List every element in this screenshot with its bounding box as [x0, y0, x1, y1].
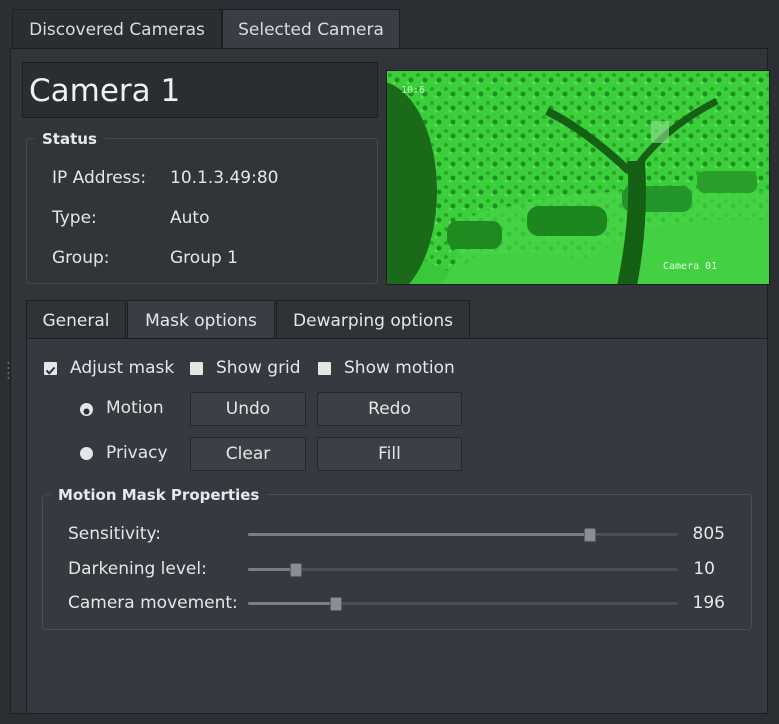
- camera-movement-label: Camera movement:: [68, 593, 238, 613]
- slider-handle[interactable]: [330, 597, 342, 611]
- slider-fill: [248, 602, 336, 605]
- side-grip-icon[interactable]: [7, 360, 10, 380]
- camera-movement-value: 196: [692, 593, 725, 613]
- redo-button[interactable]: Redo: [317, 392, 462, 426]
- privacy-radio-label[interactable]: Privacy: [106, 443, 168, 463]
- show-grid-label[interactable]: Show grid: [216, 358, 301, 378]
- slider-handle[interactable]: [290, 563, 302, 577]
- radio-selected-icon: [83, 408, 90, 415]
- show-motion-checkbox[interactable]: [318, 362, 331, 375]
- splitter-handle[interactable]: [386, 292, 412, 305]
- tab-mask-options[interactable]: Mask options: [127, 300, 275, 340]
- ip-address-label: IP Address:: [52, 168, 147, 188]
- camera-preview-image[interactable]: 10:6 Camera 01: [386, 70, 770, 285]
- check-icon: [45, 366, 56, 375]
- camera-overlay-label: Camera 01: [663, 261, 717, 272]
- camera-overlay-timestamp: 10:6: [401, 85, 425, 96]
- type-label: Type:: [52, 208, 97, 228]
- type-value: Auto: [170, 208, 210, 228]
- camera-preview-svg: 10:6 Camera 01: [387, 71, 769, 284]
- slider-handle[interactable]: [584, 528, 596, 542]
- adjust-mask-checkbox[interactable]: [44, 362, 57, 375]
- clear-button[interactable]: Clear: [190, 437, 306, 471]
- ip-address-value: 10.1.3.49:80: [170, 168, 279, 188]
- slider-track: [248, 568, 678, 571]
- show-grid-checkbox[interactable]: [190, 362, 203, 375]
- adjust-mask-label[interactable]: Adjust mask: [70, 358, 174, 378]
- tab-selected-camera[interactable]: Selected Camera: [222, 9, 400, 49]
- show-motion-label[interactable]: Show motion: [344, 358, 455, 378]
- tab-general[interactable]: General: [26, 300, 126, 340]
- darkening-level-label: Darkening level:: [68, 559, 207, 579]
- camera-movement-slider[interactable]: [248, 595, 678, 613]
- fill-button[interactable]: Fill: [317, 437, 462, 471]
- camera-name-field[interactable]: Camera 1: [22, 62, 378, 118]
- group-value: Group 1: [170, 248, 238, 268]
- tab-discovered-cameras[interactable]: Discovered Cameras: [12, 9, 222, 49]
- privacy-radio[interactable]: [80, 447, 93, 460]
- slider-fill: [248, 533, 590, 536]
- tab-dewarping-options[interactable]: Dewarping options: [276, 300, 470, 340]
- group-label: Group:: [52, 248, 110, 268]
- status-title: Status: [34, 130, 105, 148]
- sensitivity-value: 805: [692, 524, 725, 544]
- sensitivity-label: Sensitivity:: [68, 524, 161, 544]
- darkening-level-value: 10: [693, 559, 715, 579]
- undo-button[interactable]: Undo: [190, 392, 306, 426]
- slider-fill: [248, 568, 296, 571]
- darkening-level-slider[interactable]: [248, 561, 678, 579]
- motion-radio-label[interactable]: Motion: [106, 398, 164, 418]
- motion-mask-properties-title: Motion Mask Properties: [50, 486, 268, 504]
- sensitivity-slider[interactable]: [248, 526, 678, 544]
- motion-radio[interactable]: [80, 403, 93, 416]
